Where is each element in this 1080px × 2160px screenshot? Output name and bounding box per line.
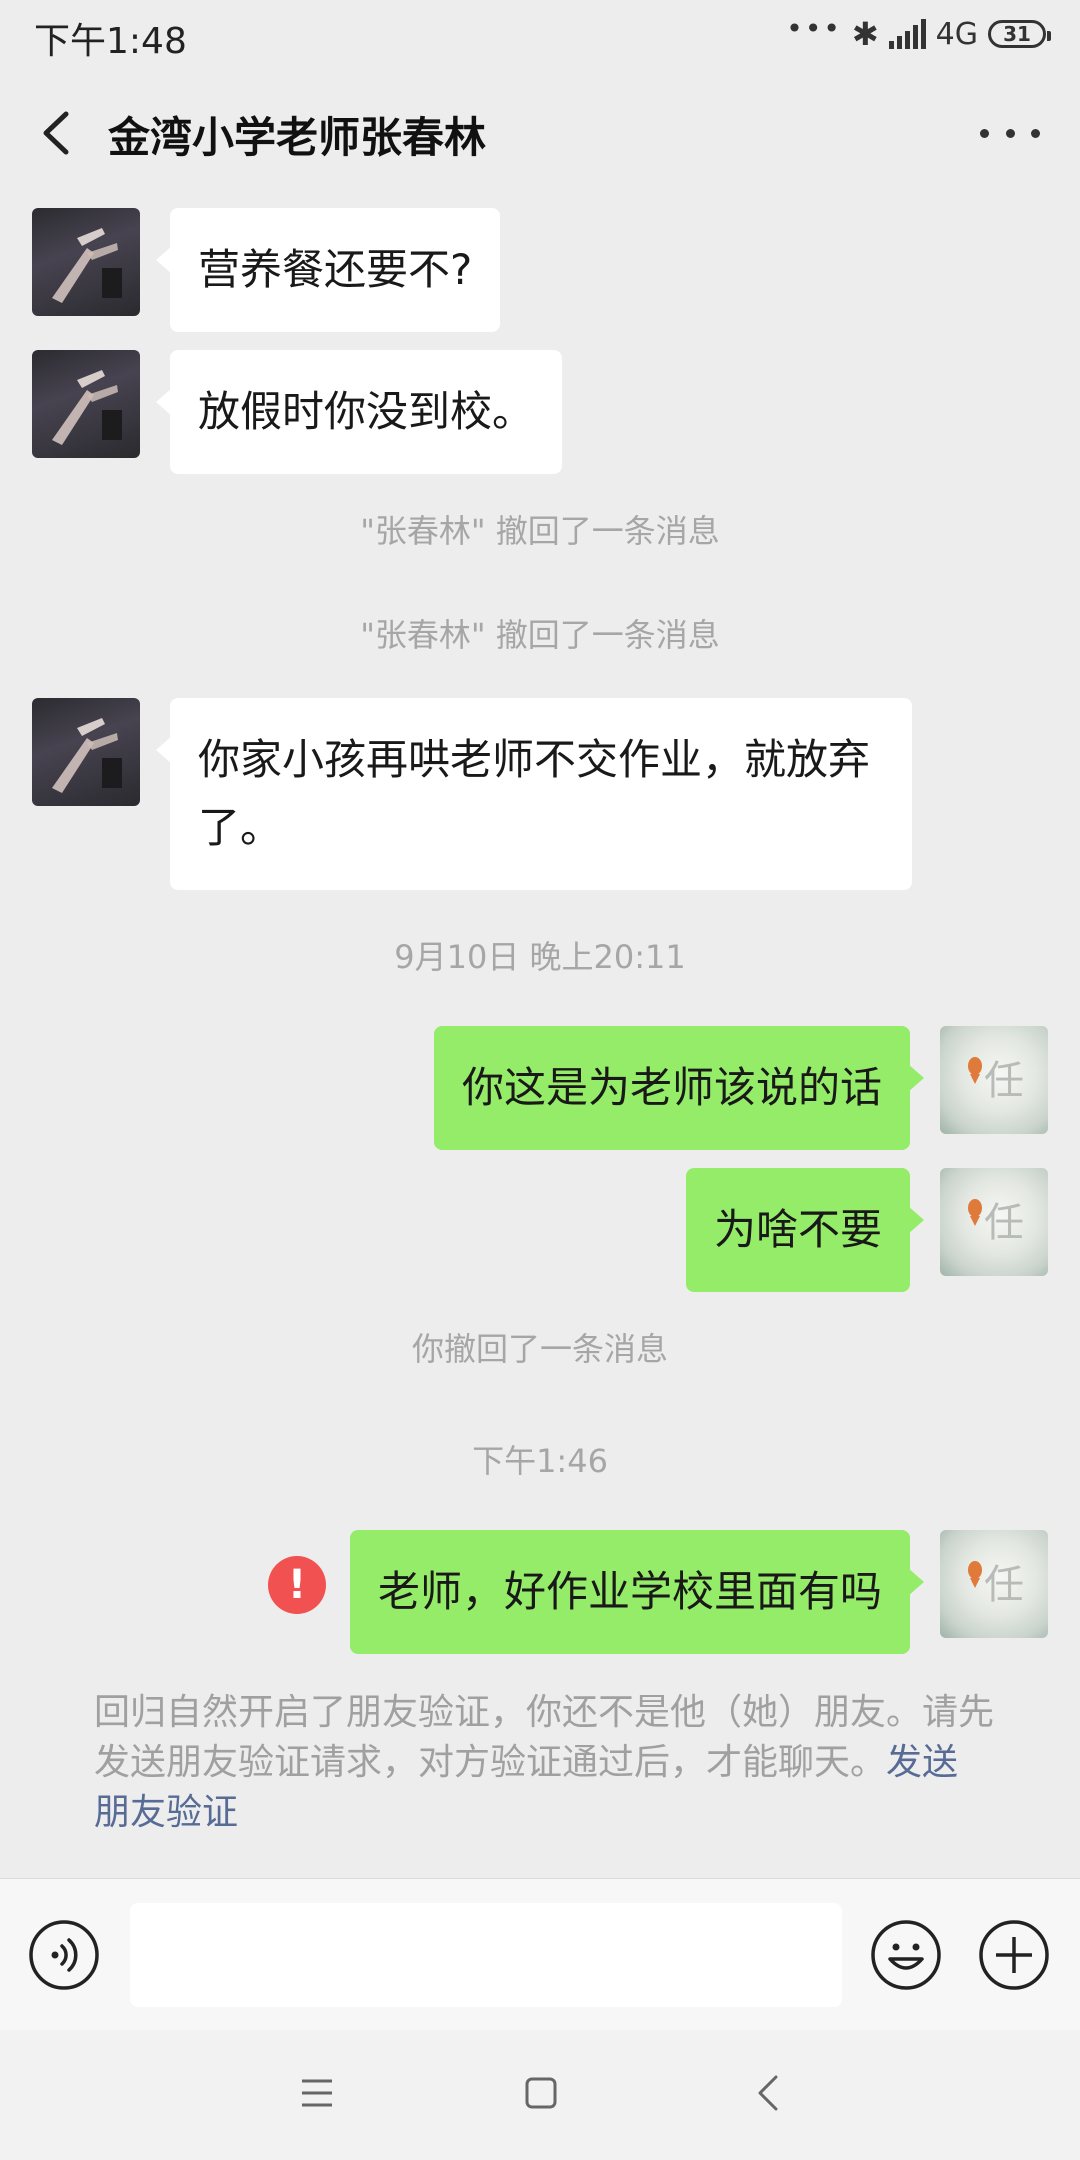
avatar-character: 任 [984, 1562, 1024, 1608]
hand-photo-icon [52, 370, 122, 445]
goldfish-icon [968, 1057, 982, 1084]
back-icon[interactable] [756, 2074, 780, 2112]
avatar[interactable]: 任 [940, 1530, 1048, 1638]
status-icons: ••• ✱ 4G 31 [786, 11, 1051, 54]
bluetooth-icon: ✱ [851, 15, 879, 53]
chat-area[interactable]: 营养餐还要不? 放假时你没到校。 "张春林" 撤回了一条消息 "张春林" 撤回了… [0, 196, 1080, 1878]
message-bubble[interactable]: 为啥不要 [685, 1168, 925, 1292]
timestamp: 9月10日 晚上20:11 [394, 938, 686, 976]
menu-icon[interactable] [300, 2076, 334, 2110]
send-failed-icon[interactable]: ! [267, 1556, 326, 1614]
avatar[interactable] [32, 208, 140, 316]
recall-notice: "张春林" 撤回了一条消息 [360, 512, 720, 550]
message-bubble[interactable]: 你家小孩再哄老师不交作业，就放弃了。 [156, 698, 912, 890]
more-options-icon[interactable] [980, 110, 1040, 156]
message-sent: 任 为啥不要 [685, 1168, 1048, 1292]
status-time: 下午1:48 [34, 21, 187, 62]
signal-icon [888, 19, 926, 49]
recall-notice: "张春林" 撤回了一条消息 [360, 616, 720, 654]
emoji-icon[interactable] [870, 1919, 942, 1991]
back-arrow-icon[interactable] [36, 108, 80, 158]
avatar-character: 任 [984, 1200, 1024, 1246]
hand-photo-icon [52, 228, 122, 303]
network-type: 4G [935, 16, 978, 52]
chat-header: 金湾小学老师张春林 [0, 70, 1080, 196]
hand-photo-icon [52, 718, 122, 793]
voice-icon[interactable] [28, 1919, 100, 1991]
input-bar [0, 1878, 1080, 2031]
message-bubble[interactable]: 营养餐还要不? [155, 208, 501, 332]
status-bar: 下午1:48 ••• ✱ 4G 31 [0, 0, 1080, 70]
avatar[interactable] [32, 698, 140, 806]
friend-verification-notice: 回归自然开启了朋友验证，你还不是他（她）朋友。请先发送朋友验证请求，对方验证通过… [94, 1688, 994, 1838]
chat-title: 金湾小学老师张春林 [108, 113, 487, 162]
home-icon[interactable] [524, 2076, 558, 2110]
notice-text: 回归自然开启了朋友验证，你还不是他（她）朋友。请先发送朋友验证请求，对方验证通过… [94, 1692, 995, 1783]
system-navigation-bar [0, 2030, 1080, 2160]
avatar-character: 任 [984, 1058, 1024, 1104]
message-sent-failed: 任 老师，好作业学校里面有吗 ! [267, 1530, 1048, 1654]
message-bubble[interactable]: 你这是为老师该说的话 [433, 1026, 925, 1150]
message-bubble[interactable]: 放假时你没到校。 [155, 350, 563, 474]
notification-dots-icon: ••• [786, 11, 842, 45]
battery-level: 31 [1003, 22, 1031, 46]
goldfish-icon [968, 1561, 982, 1588]
message-received: 放假时你没到校。 [32, 350, 563, 474]
battery-icon: 31 [988, 20, 1051, 48]
goldfish-icon [968, 1199, 982, 1226]
message-sent: 任 你这是为老师该说的话 [433, 1026, 1048, 1150]
avatar[interactable]: 任 [940, 1026, 1048, 1134]
message-received: 营养餐还要不? [32, 208, 501, 332]
timestamp: 下午1:46 [472, 1442, 608, 1480]
avatar[interactable] [32, 350, 140, 458]
message-bubble[interactable]: 老师，好作业学校里面有吗 [349, 1530, 925, 1654]
message-received: 你家小孩再哄老师不交作业，就放弃了。 [32, 698, 912, 890]
avatar[interactable]: 任 [940, 1168, 1048, 1276]
plus-icon[interactable] [978, 1919, 1050, 1991]
recall-notice: 你撤回了一条消息 [411, 1330, 668, 1368]
message-input[interactable] [130, 1903, 842, 2007]
